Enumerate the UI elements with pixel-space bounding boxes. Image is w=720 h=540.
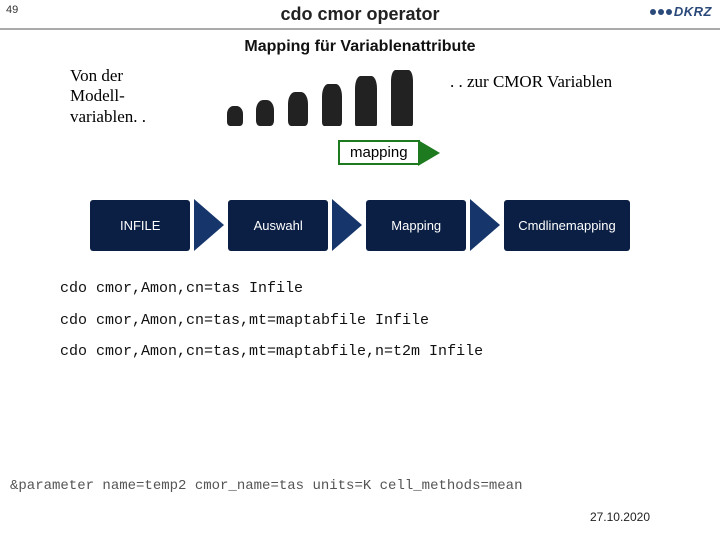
arrow-icon xyxy=(332,199,362,251)
left-caption: Von der Modell- variablen. . xyxy=(70,66,200,127)
logo-text: DKRZ xyxy=(674,4,712,19)
dkrz-logo: DKRZ xyxy=(650,4,712,19)
subtitle: Mapping für Variablenattribute xyxy=(0,38,720,56)
header: 49 cdo cmor operator DKRZ xyxy=(0,0,720,30)
left-caption-l1: Von der xyxy=(70,66,200,86)
top-row: Von der Modell- variablen. . . . zur CMO… xyxy=(0,56,720,127)
flow-diagram: INFILE Auswahl Mapping Cmdlinemapping xyxy=(0,199,720,251)
arrow-icon xyxy=(470,199,500,251)
slide-title: cdo cmor operator xyxy=(280,4,439,25)
command-line: cdo cmor,Amon,cn=tas Infile xyxy=(60,273,680,305)
mapping-arrow-icon xyxy=(418,140,440,166)
flow-box-mapping: Mapping xyxy=(366,200,466,251)
slide-number: 49 xyxy=(6,4,18,16)
command-line: cdo cmor,Amon,cn=tas,mt=maptabfile Infil… xyxy=(60,305,680,337)
flow-box-cmdline: Cmdlinemapping xyxy=(504,200,630,251)
evolution-icon xyxy=(220,66,420,126)
flow-box-auswahl: Auswahl xyxy=(228,200,328,251)
date-label: 27.10.2020 xyxy=(590,510,650,524)
left-caption-l3: variablen. . xyxy=(70,107,200,127)
parameter-line: &parameter name=temp2 cmor_name=tas unit… xyxy=(10,478,522,494)
left-caption-l2: Modell- xyxy=(70,86,200,106)
command-line: cdo cmor,Amon,cn=tas,mt=maptabfile,n=t2m… xyxy=(60,336,680,368)
command-list: cdo cmor,Amon,cn=tas Infile cdo cmor,Amo… xyxy=(60,273,680,368)
mapping-label: mapping xyxy=(338,140,420,165)
arrow-icon xyxy=(194,199,224,251)
flow-box-infile: INFILE xyxy=(90,200,190,251)
logo-dots-icon xyxy=(650,9,672,15)
right-caption: . . zur CMOR Variablen xyxy=(450,72,612,92)
